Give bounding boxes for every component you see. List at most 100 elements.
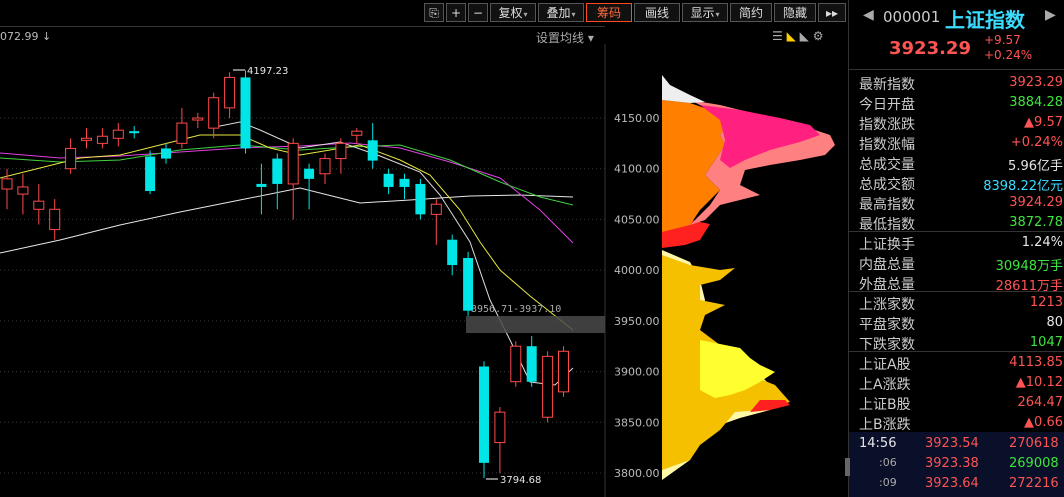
collapse-panel-icon[interactable]: ▸▸: [818, 3, 846, 22]
candle-body: [208, 97, 220, 129]
candle-body: [272, 158, 283, 184]
quote-panel: ◀ 000001 上证指数 ▶ 3923.29 +9.57 +0.24% 最新指…: [848, 0, 1064, 497]
quote-row: 上证A股 4113.85: [849, 352, 1064, 373]
ma-line-white: [0, 187, 574, 254]
axis-tick-label: 3850.00: [614, 416, 660, 429]
candle-body: [145, 156, 156, 192]
quote-value: +0.24%: [1010, 135, 1063, 150]
price-axis: 4150.00 4100.00 4050.00 4000.00 3950.00 3900.…: [614, 112, 660, 480]
candle-body: [430, 203, 442, 215]
candle-body: [335, 142, 347, 160]
quote-row: 平盘家数 80: [849, 312, 1064, 333]
zoom-in-button[interactable]: +: [446, 3, 466, 22]
candle-body: [176, 122, 188, 144]
draw-line-button[interactable]: 画线: [634, 3, 680, 22]
quote-row: 今日开盘 3884.28: [849, 92, 1064, 113]
ma-line-white2: [209, 121, 574, 386]
candle-body: [367, 140, 378, 161]
candle-body: [479, 366, 489, 463]
next-stock-icon[interactable]: ▶: [1045, 7, 1056, 23]
tick-price: 3923.54: [925, 436, 979, 451]
candle-body: [319, 158, 331, 175]
tick-volume: 272216: [1009, 476, 1059, 491]
tick-volume: 269008: [1009, 456, 1059, 471]
prev-stock-icon[interactable]: ◀: [863, 7, 874, 23]
tick-list[interactable]: 14:56 3923.54 270618:06 3923.38 269008:09 392…: [849, 432, 1064, 497]
candle-body: [287, 142, 299, 185]
axis-tick-label: 4100.00: [614, 163, 660, 176]
candle-body: [161, 148, 171, 159]
candle-body: [240, 77, 251, 149]
quote-label: 最高指数: [859, 197, 915, 213]
restore-rights-button[interactable]: 复权▾: [490, 3, 536, 22]
quote-row: 上证B股 264.47: [849, 392, 1064, 413]
quote-row: 下跌家数 1047: [849, 332, 1064, 353]
tick-time: :09: [879, 476, 897, 489]
candle-body: [33, 200, 45, 210]
quote-row: 上B涨跌 ▲0.66: [849, 412, 1064, 433]
change-percent: +0.24%: [984, 48, 1033, 62]
quote-value: 1047: [1029, 335, 1063, 350]
quote-label: 最新指数: [859, 77, 915, 93]
low-marker: 3794.68: [500, 475, 541, 486]
tick-row: :06 3923.38 269008: [849, 454, 1064, 474]
flag-icon[interactable]: ◣: [787, 29, 796, 43]
candle-body: [1, 178, 13, 190]
quote-row: 指数涨幅 +0.24%: [849, 132, 1064, 153]
chip-white-top: [662, 75, 705, 103]
display-button[interactable]: 显示▾: [682, 3, 728, 22]
candle-body: [463, 257, 474, 311]
quote-row: 外盘总量 28611万手: [849, 272, 1064, 294]
quote-row: 指数涨跌 ▲9.57: [849, 112, 1064, 133]
candle-body: [81, 137, 92, 141]
quote-row: 最新指数 3923.29: [849, 72, 1064, 93]
kline-chart[interactable]: 3956.71-3937.10 4197.23 3794.68 4150.004…: [0, 44, 848, 497]
list-icon[interactable]: ☰: [772, 29, 783, 43]
candle-body: [383, 173, 394, 187]
candle-body: [542, 355, 554, 418]
axis-tick-label: 4000.00: [614, 264, 660, 277]
change-value: +9.57: [984, 33, 1021, 47]
tick-time: 14:56: [859, 436, 897, 451]
quote-value: 4113.85: [1009, 355, 1063, 370]
candle-body: [96, 135, 108, 144]
quote-row: 上A涨跌 ▲10.12: [849, 372, 1064, 393]
candle-body: [65, 147, 77, 170]
quote-value: 3872.78: [1009, 215, 1063, 230]
divider: [0, 26, 605, 27]
axis-tick-label: 4050.00: [614, 213, 660, 226]
chip-tool-icons: ☰ ◣ ◣ ⚙: [772, 29, 823, 43]
quote-label: 上B涨跌: [859, 417, 911, 433]
chip-distribution-button[interactable]: 筹码: [586, 3, 632, 22]
hide-button[interactable]: 隐藏: [774, 3, 816, 22]
candlesticks: [1, 70, 569, 479]
quote-row: 总成交额 8398.22亿元: [849, 172, 1064, 194]
candle-body: [17, 186, 29, 195]
quote-label: 平盘家数: [859, 317, 915, 333]
candle-body: [415, 183, 426, 215]
stock-name: 上证指数: [945, 8, 1025, 32]
price-range-band: [466, 316, 605, 333]
stock-code: 000001: [883, 8, 941, 26]
candle-body: [510, 345, 522, 383]
candle-body: [129, 131, 140, 134]
candle-body: [526, 346, 537, 382]
axis-tick-label: 3900.00: [614, 366, 660, 379]
quote-label: 指数涨跌: [859, 117, 915, 133]
grey-flag-icon[interactable]: ◣: [800, 29, 809, 43]
gear-icon[interactable]: ⚙: [813, 29, 824, 43]
quote-label: 上证B股: [859, 397, 911, 413]
ma-value-readout: 072.99 ↓: [0, 30, 52, 43]
zoom-out-button[interactable]: −: [468, 3, 488, 22]
overlay-button[interactable]: 叠加▾: [538, 3, 584, 22]
quote-label: 上证换手: [859, 237, 915, 253]
grid-lines: [0, 44, 606, 497]
lock-icon[interactable]: ⎘: [424, 3, 444, 22]
ma-line-yellow: [0, 134, 574, 331]
axis-tick-label: 4150.00: [614, 112, 660, 125]
panel-toggle-handle[interactable]: [845, 458, 850, 476]
quote-value: 80: [1046, 315, 1063, 330]
simple-button[interactable]: 简约: [730, 3, 772, 22]
candle-body: [494, 411, 506, 444]
quote-value: ▲9.57: [1024, 115, 1063, 130]
